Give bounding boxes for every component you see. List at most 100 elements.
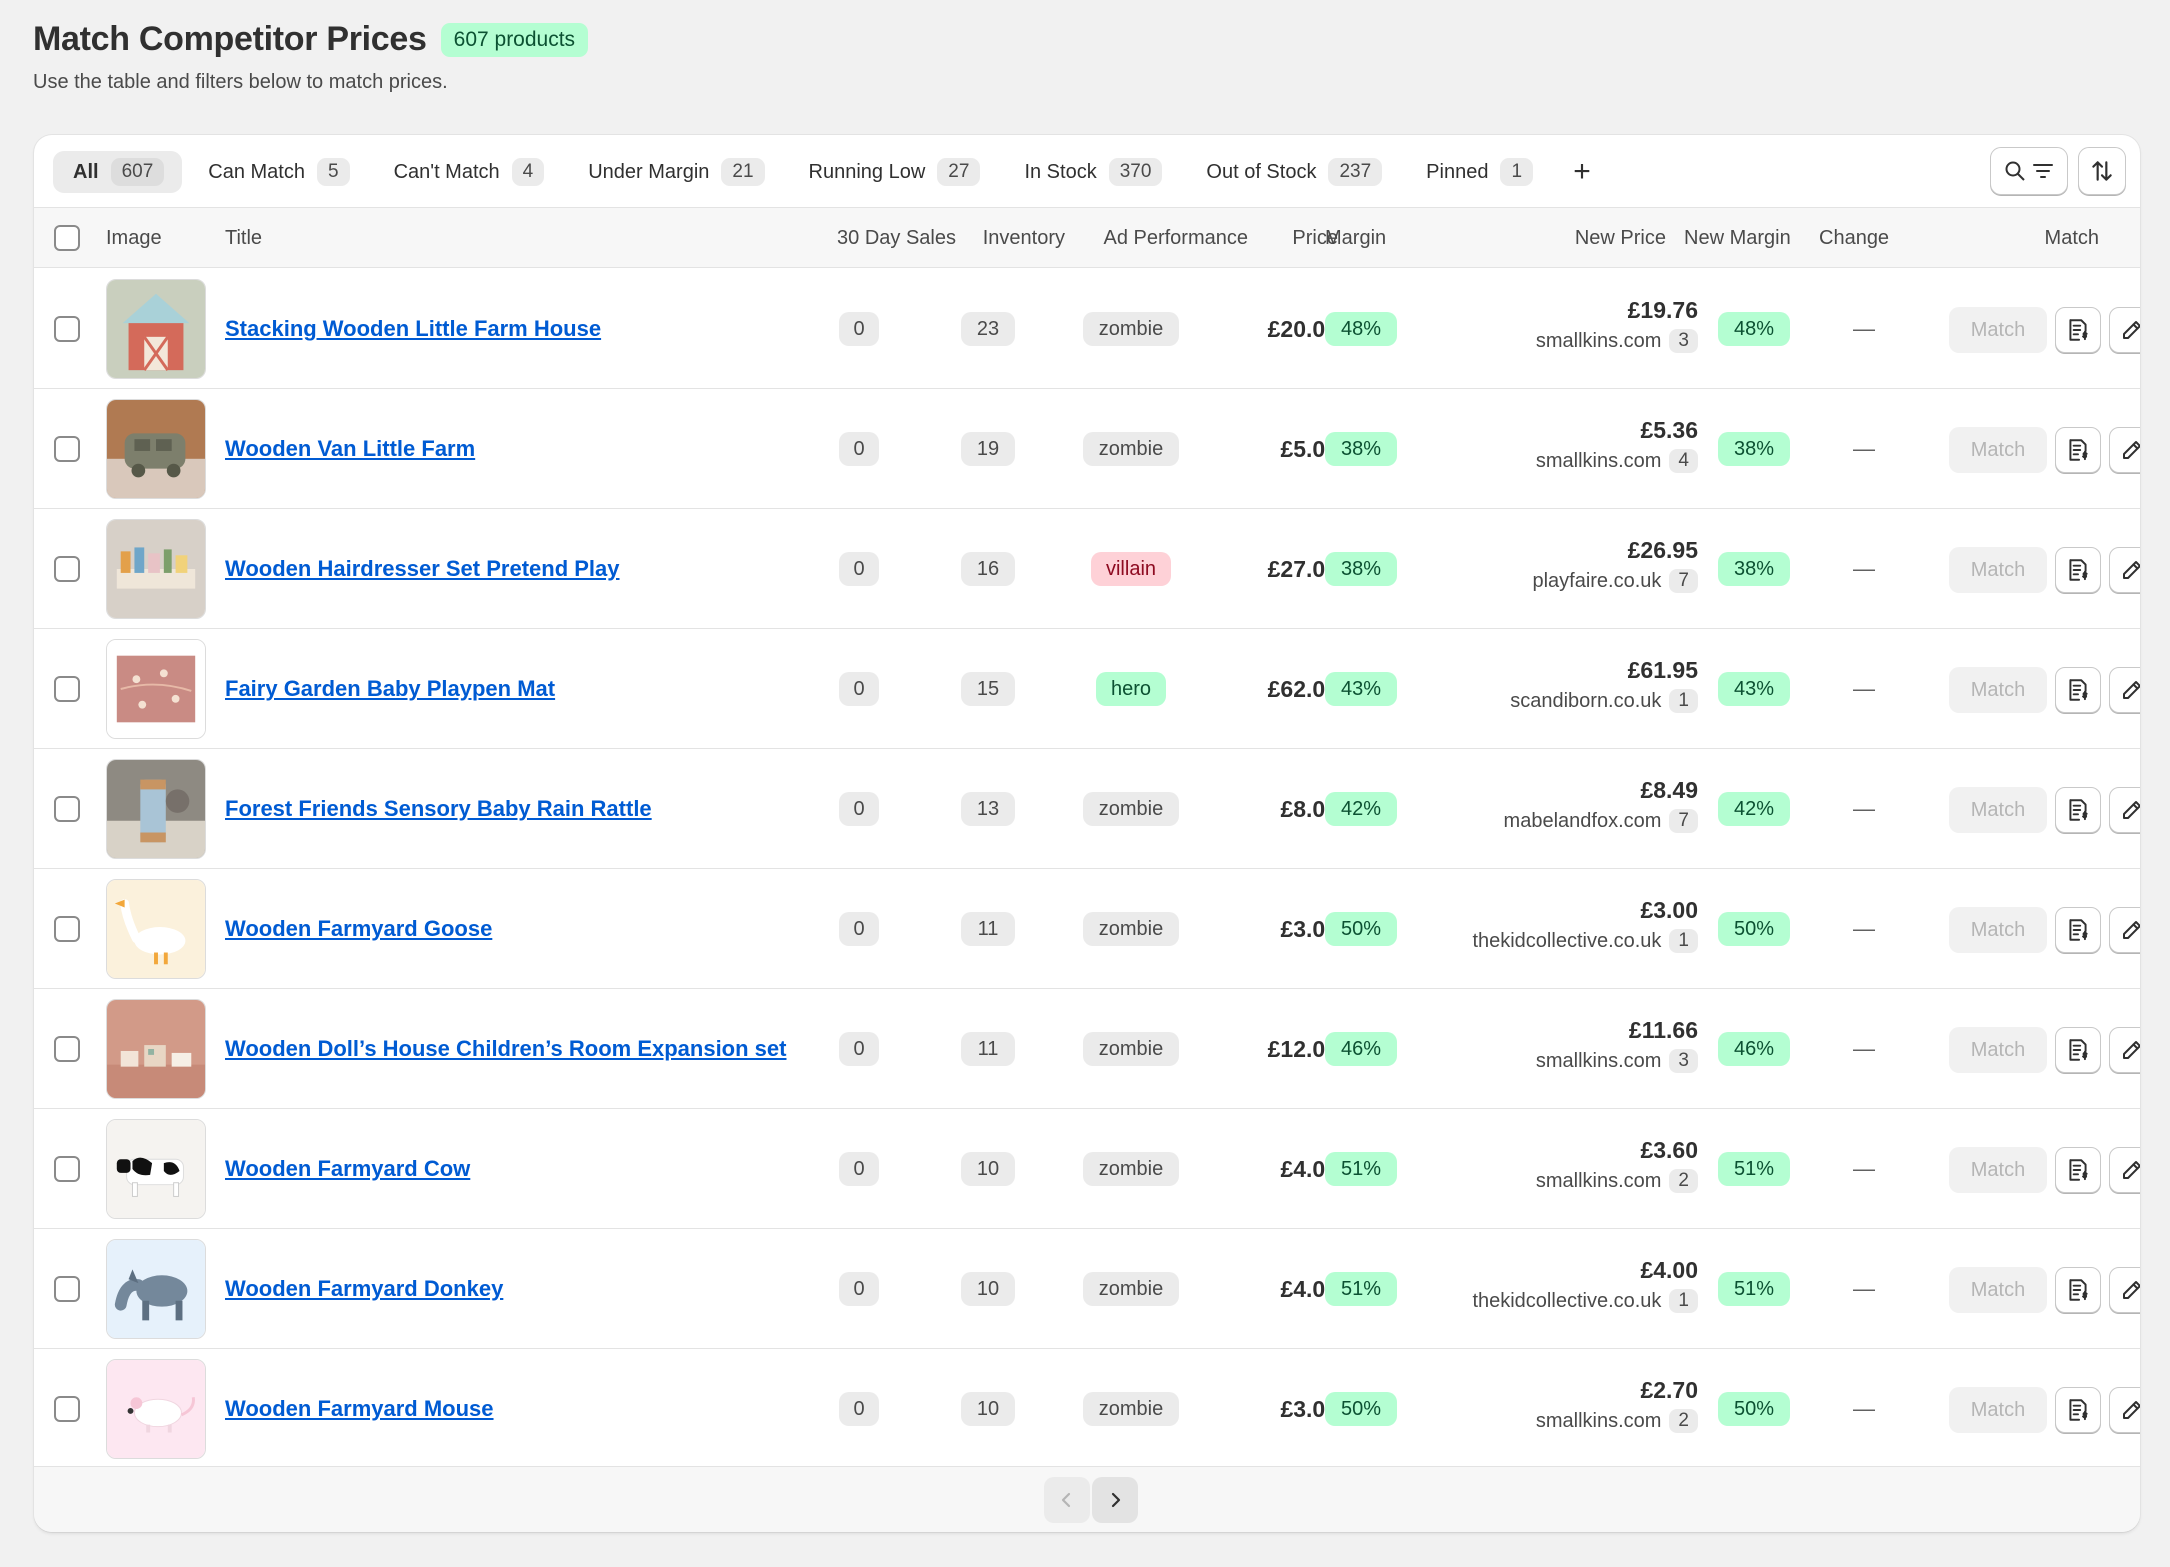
- match-button[interactable]: Match: [1949, 307, 2047, 353]
- column-header-new-margin[interactable]: New Margin: [1684, 208, 1791, 268]
- sort-button[interactable]: [2078, 147, 2126, 195]
- product-title-link[interactable]: Wooden Farmyard Cow: [225, 1109, 470, 1229]
- tab-out-of-stock[interactable]: Out of Stock 237: [1186, 151, 1400, 193]
- edit-price-button[interactable]: [2109, 427, 2140, 473]
- match-button[interactable]: Match: [1949, 1267, 2047, 1313]
- edit-price-button[interactable]: [2109, 307, 2140, 353]
- price-list-button[interactable]: [2055, 907, 2101, 953]
- new-price: £3.60: [1640, 1137, 1698, 1163]
- competitor-domain: playfaire.co.uk: [1532, 569, 1662, 592]
- competitor-source[interactable]: mabelandfox.com 7: [1414, 809, 1698, 833]
- competitor-source[interactable]: smallkins.com 3: [1414, 1049, 1698, 1073]
- select-all-checkbox[interactable]: [54, 225, 80, 251]
- column-header-title[interactable]: Title: [225, 208, 262, 268]
- row-select-checkbox[interactable]: [54, 676, 80, 702]
- pencil-icon: [2123, 801, 2140, 819]
- new-price: £8.49: [1640, 777, 1698, 803]
- product-title-link[interactable]: Wooden Doll’s House Children’s Room Expa…: [225, 989, 786, 1109]
- column-header-ad-performance[interactable]: Ad Performance: [1074, 208, 1248, 268]
- next-page-button[interactable]: [1092, 1477, 1138, 1523]
- column-header-inventory[interactable]: Inventory: [954, 208, 1065, 268]
- competitor-source[interactable]: smallkins.com 2: [1414, 1169, 1698, 1193]
- competitor-source[interactable]: thekidcollective.co.uk 1: [1414, 929, 1698, 953]
- competitor-source[interactable]: thekidcollective.co.uk 1: [1414, 1289, 1698, 1313]
- column-header-new-price[interactable]: New Price: [1534, 208, 1666, 268]
- product-title-link[interactable]: Stacking Wooden Little Farm House: [225, 269, 601, 389]
- competitor-domain: thekidcollective.co.uk: [1472, 929, 1662, 952]
- match-button[interactable]: Match: [1949, 1147, 2047, 1193]
- table-row: Wooden Farmyard Donkey 0 10 zombie £4.00 51% £…: [34, 1229, 2140, 1349]
- price-list-button[interactable]: [2055, 307, 2101, 353]
- product-title-link[interactable]: Wooden Farmyard Goose: [225, 869, 492, 989]
- price-list-icon: [2069, 439, 2088, 461]
- competitor-source[interactable]: smallkins.com 4: [1414, 449, 1698, 473]
- row-select-checkbox[interactable]: [54, 796, 80, 822]
- competitor-count-badge: 7: [1669, 569, 1698, 593]
- search-filter-button[interactable]: [1990, 147, 2068, 195]
- row-select-checkbox[interactable]: [54, 916, 80, 942]
- product-title-link[interactable]: Wooden Van Little Farm: [225, 389, 475, 509]
- product-title-link[interactable]: Wooden Hairdresser Set Pretend Play: [225, 509, 620, 629]
- pencil-icon: [2123, 321, 2140, 339]
- match-button[interactable]: Match: [1949, 667, 2047, 713]
- row-select-checkbox[interactable]: [54, 556, 80, 582]
- match-button[interactable]: Match: [1949, 787, 2047, 833]
- column-header-sales[interactable]: 30 Day Sales: [794, 208, 956, 268]
- tab-under-margin[interactable]: Under Margin 21: [568, 151, 782, 193]
- new-margin-badge: 43%: [1718, 672, 1790, 706]
- previous-page-button[interactable]: [1044, 1477, 1090, 1523]
- price-list-button[interactable]: [2055, 1267, 2101, 1313]
- tab-running-low[interactable]: Running Low 27: [789, 151, 999, 193]
- row-select-checkbox[interactable]: [54, 1396, 80, 1422]
- product-title-link[interactable]: Wooden Farmyard Mouse: [225, 1349, 494, 1469]
- inventory-badge: 10: [961, 1152, 1015, 1186]
- competitor-domain: smallkins.com: [1535, 1409, 1662, 1432]
- match-button[interactable]: Match: [1949, 1387, 2047, 1433]
- add-tab-button[interactable]: +: [1561, 151, 1603, 193]
- change-value: —: [1853, 796, 1875, 821]
- tab-all[interactable]: All 607: [53, 151, 183, 193]
- competitor-source[interactable]: scandiborn.co.uk 1: [1414, 689, 1698, 713]
- price-list-button[interactable]: [2055, 1387, 2101, 1433]
- product-title-link[interactable]: Fairy Garden Baby Playpen Mat: [225, 629, 555, 749]
- price-list-button[interactable]: [2055, 547, 2101, 593]
- row-select-checkbox[interactable]: [54, 316, 80, 342]
- new-price: £11.66: [1628, 1017, 1698, 1043]
- product-title-link[interactable]: Forest Friends Sensory Baby Rain Rattle: [225, 749, 652, 869]
- row-select-checkbox[interactable]: [54, 1036, 80, 1062]
- edit-price-button[interactable]: [2109, 1027, 2140, 1073]
- competitor-source[interactable]: playfaire.co.uk 7: [1414, 569, 1698, 593]
- change-value: —: [1853, 1036, 1875, 1061]
- price-list-button[interactable]: [2055, 667, 2101, 713]
- edit-price-button[interactable]: [2109, 667, 2140, 713]
- price-list-button[interactable]: [2055, 1027, 2101, 1073]
- price-list-button[interactable]: [2055, 787, 2101, 833]
- column-header-match: Match: [2044, 227, 2099, 249]
- match-button[interactable]: Match: [1949, 907, 2047, 953]
- column-header-change[interactable]: Change: [1819, 208, 1889, 268]
- tab-pinned[interactable]: Pinned 1: [1406, 151, 1551, 193]
- product-title-link[interactable]: Wooden Farmyard Donkey: [225, 1229, 503, 1349]
- price-list-button[interactable]: [2055, 1147, 2101, 1193]
- column-header-margin[interactable]: Margin: [1325, 208, 1386, 268]
- competitor-source[interactable]: smallkins.com 2: [1414, 1409, 1698, 1433]
- competitor-count-badge: 1: [1669, 1289, 1698, 1313]
- tab-can-t-match[interactable]: Can't Match 4: [374, 151, 563, 193]
- match-button[interactable]: Match: [1949, 1027, 2047, 1073]
- new-price: £5.36: [1640, 417, 1698, 443]
- edit-price-button[interactable]: [2109, 787, 2140, 833]
- edit-price-button[interactable]: [2109, 1267, 2140, 1313]
- competitor-source[interactable]: smallkins.com 3: [1414, 329, 1698, 353]
- tab-can-match[interactable]: Can Match 5: [188, 151, 367, 193]
- edit-price-button[interactable]: [2109, 1387, 2140, 1433]
- match-button[interactable]: Match: [1949, 547, 2047, 593]
- row-select-checkbox[interactable]: [54, 1156, 80, 1182]
- price-list-button[interactable]: [2055, 427, 2101, 473]
- edit-price-button[interactable]: [2109, 1147, 2140, 1193]
- tab-in-stock[interactable]: In Stock 370: [1004, 151, 1180, 193]
- edit-price-button[interactable]: [2109, 547, 2140, 593]
- row-select-checkbox[interactable]: [54, 1276, 80, 1302]
- edit-price-button[interactable]: [2109, 907, 2140, 953]
- row-select-checkbox[interactable]: [54, 436, 80, 462]
- match-button[interactable]: Match: [1949, 427, 2047, 473]
